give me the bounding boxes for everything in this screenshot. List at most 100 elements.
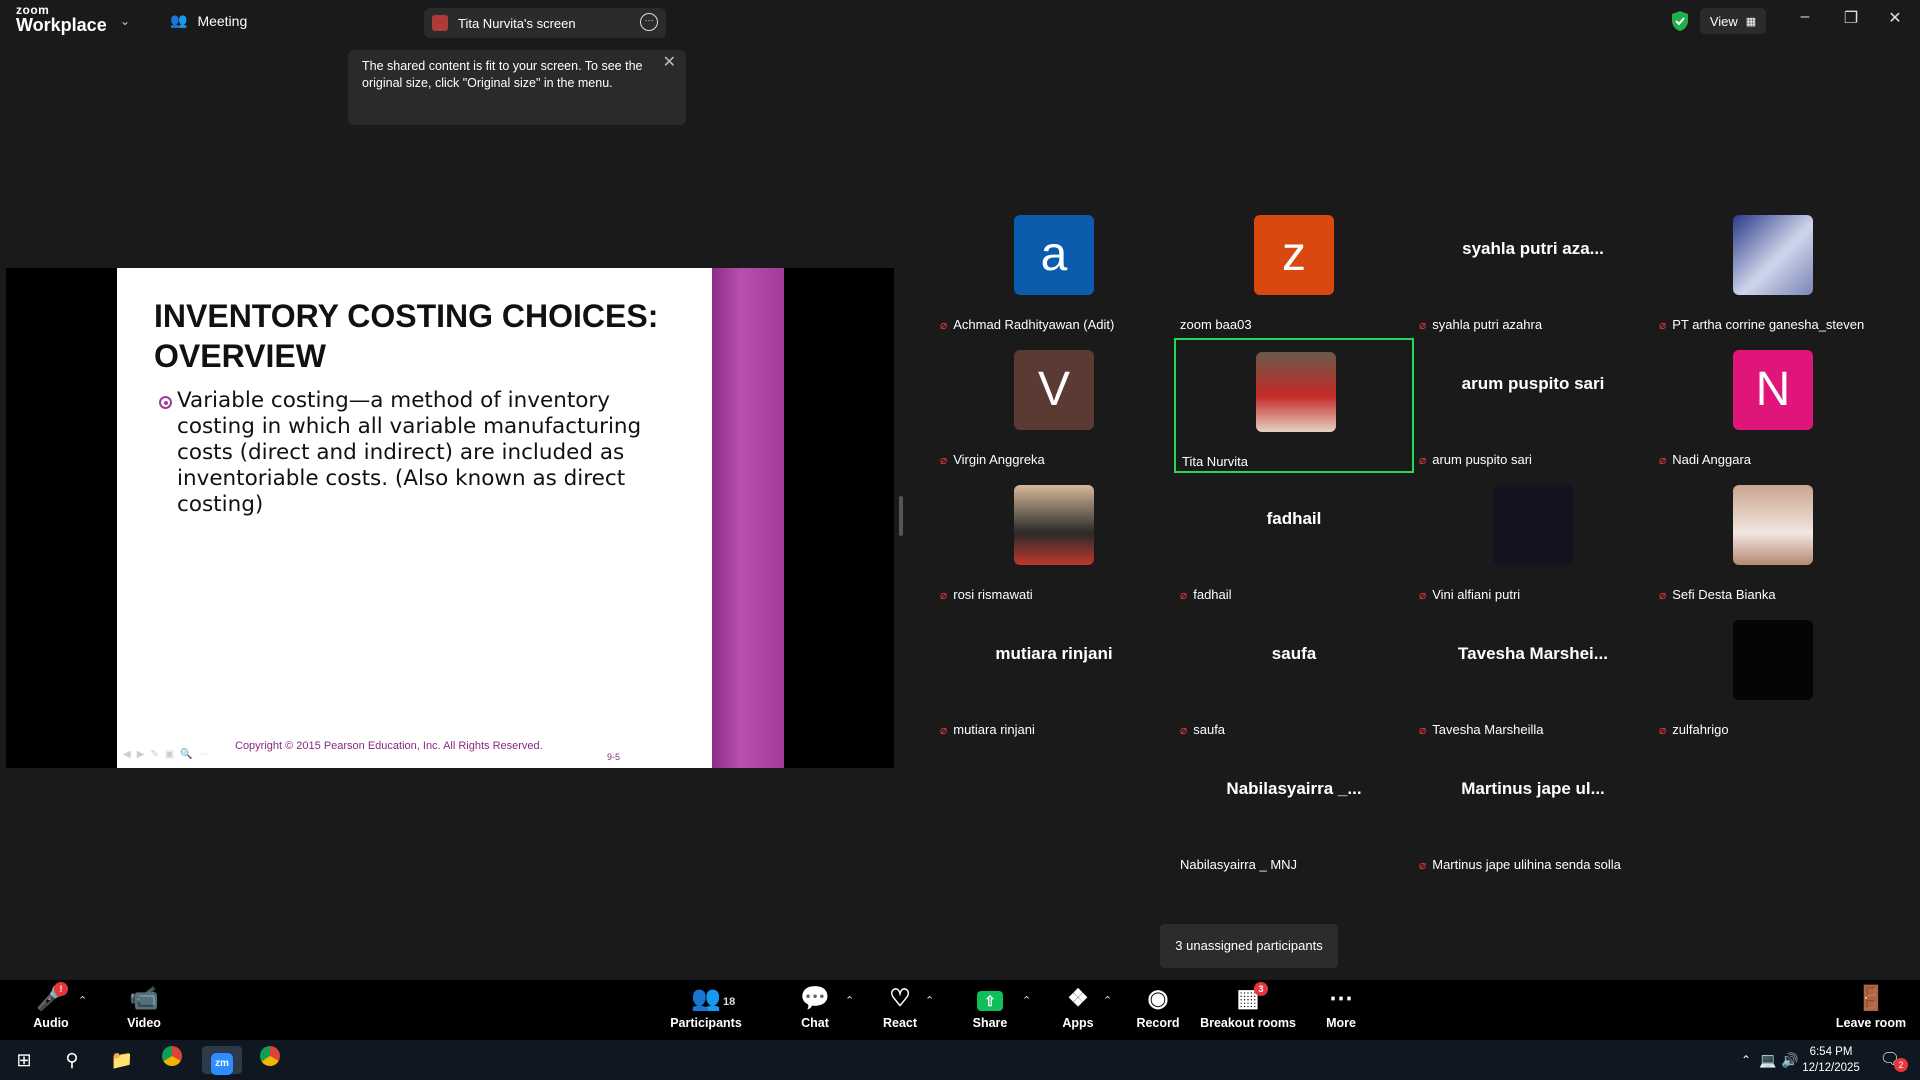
avatar [1733, 485, 1813, 565]
more-button[interactable]: ⋯ More [1296, 984, 1386, 1030]
avatar [1256, 352, 1336, 432]
grid-icon: ▦ [1745, 15, 1757, 28]
breakout-rooms-button[interactable]: ▦ Breakout rooms 3 [1198, 982, 1298, 1030]
participant-tile[interactable]: fadhail ⌀ fadhail [1174, 473, 1414, 608]
participants-count: 18 [723, 996, 736, 1008]
participant-tile[interactable]: syahla putri aza... ⌀ syahla putri azahra [1413, 203, 1653, 338]
clock-date: 12/12/2025 [1802, 1062, 1860, 1074]
participant-name: rosi rismawati [953, 587, 1033, 602]
participant-name: zulfahrigo [1672, 722, 1729, 737]
cursor-icon: ➤ [583, 573, 594, 587]
tab-shared-screen-label: Tita Nurvita's screen [458, 15, 576, 31]
chevron-up-icon[interactable]: ⌃ [78, 994, 87, 1007]
meeting-toolbar: 🎤 Audio ! ⌃ 📹 Video 👥 Participants 18 💬 … [0, 980, 1920, 1040]
participant-tile[interactable]: saufa ⌀ saufa [1174, 608, 1414, 743]
minimize-icon[interactable]: – [1790, 8, 1820, 26]
participant-display-name: syahla putri aza... [1462, 239, 1604, 258]
avatar: z [1254, 215, 1334, 295]
participant-nameplate: zoom baa03 [1180, 317, 1252, 332]
video-button[interactable]: 📹 Video [99, 984, 189, 1030]
unassigned-participants-badge[interactable]: 3 unassigned participants [1160, 924, 1338, 968]
view-label: View [1709, 13, 1738, 29]
react-button[interactable]: ♡ React [855, 984, 945, 1030]
mic-muted-icon: ⌀ [1659, 722, 1667, 737]
apps-button[interactable]: ❖ Apps [1033, 984, 1123, 1030]
participant-tile[interactable]: ⌀ Vini alfiani putri [1413, 473, 1653, 608]
file-explorer-icon[interactable]: 📁 [102, 1046, 142, 1074]
tab-meeting[interactable]: 👥 Meeting [170, 12, 247, 29]
chevron-up-icon[interactable]: ⌃ [1022, 994, 1031, 1007]
participant-tile[interactable]: N ⌀ Nadi Anggara [1653, 338, 1893, 473]
view-button[interactable]: View ▦ [1700, 8, 1766, 34]
zoom-logo[interactable]: zoom Workplace [16, 4, 107, 34]
participant-tile[interactable]: Tavesha Marshei... ⌀ Tavesha Marsheilla [1413, 608, 1653, 743]
chevron-up-icon[interactable]: ⌃ [925, 994, 934, 1007]
zoom-taskbar-icon[interactable]: zm [202, 1046, 242, 1075]
participants-button[interactable]: 👥 Participants 18 [661, 984, 751, 1030]
title-bar: zoom Workplace ⌄ 👥 Meeting Tita Nurvita'… [0, 0, 1920, 44]
slide-controls[interactable]: ◀▶✎▣🔍⋯ [123, 749, 215, 760]
chat-button[interactable]: 💬 Chat [770, 984, 860, 1030]
participant-tile[interactable]: arum puspito sari ⌀ arum puspito sari [1413, 338, 1653, 473]
breakout-label: Breakout rooms [1200, 1016, 1296, 1030]
shared-screen[interactable]: INVENTORY COSTING CHOICES: OVERVIEW Vari… [6, 268, 894, 768]
participant-name: syahla putri azahra [1432, 317, 1543, 332]
chevron-up-icon[interactable]: ⌃ [1103, 994, 1112, 1007]
participant-display-name: mutiara rinjani [995, 644, 1113, 663]
chrome-icon[interactable] [250, 1046, 290, 1074]
search-icon[interactable]: ⚲ [52, 1046, 92, 1074]
share-button[interactable]: ⇧ Share [945, 984, 1035, 1030]
chevron-up-icon[interactable]: ⌃ [845, 994, 854, 1007]
participant-tile[interactable]: a ⌀ Achmad Radhityawan (Adit) [934, 203, 1174, 338]
participant-tile[interactable]: z zoom baa03 [1174, 203, 1414, 338]
participants-label: Participants [670, 1016, 742, 1030]
leave-label: Leave room [1835, 1016, 1907, 1030]
more-options-icon[interactable]: ··· [640, 13, 658, 31]
notification-count: 2 [1894, 1058, 1908, 1072]
close-icon[interactable]: ✕ [663, 54, 676, 71]
participant-tile[interactable]: ⌀ rosi rismawati [934, 473, 1174, 608]
record-button[interactable]: ◉ Record [1113, 984, 1203, 1030]
bullet-line: costs (direct and indirect) are included… [177, 440, 625, 465]
close-icon[interactable]: ✕ [1880, 8, 1910, 28]
windows-start-icon[interactable]: ⊞ [4, 1046, 44, 1074]
notifications-icon[interactable]: 🗨 2 [1870, 1046, 1910, 1074]
participant-tile[interactable]: ⌀ PT artha corrine ganesha_steven [1653, 203, 1893, 338]
mic-muted-icon: ⌀ [1180, 587, 1188, 602]
chevron-down-icon[interactable]: ⌄ [120, 14, 130, 28]
participant-name: fadhail [1193, 587, 1232, 602]
restore-icon[interactable]: ❐ [1836, 8, 1866, 28]
fit-screen-tooltip: The shared content is fit to your screen… [348, 50, 686, 125]
more-label: More [1326, 1016, 1356, 1030]
participant-name: Nadi Anggara [1672, 452, 1752, 467]
participant-name: Virgin Anggreka [953, 452, 1045, 467]
audio-button[interactable]: 🎤 Audio ! [6, 982, 96, 1030]
clock[interactable]: 6:54 PM 12/12/2025 [1796, 1044, 1866, 1076]
participant-tile[interactable]: ⌀ zulfahrigo [1653, 608, 1893, 743]
tab-shared-screen[interactable]: Tita Nurvita's screen ··· [424, 8, 666, 38]
participant-display-name: fadhail [1266, 509, 1322, 528]
share-label: Share [972, 1016, 1008, 1030]
mic-muted-icon: ⌀ [940, 317, 948, 332]
split-divider-handle[interactable] [899, 496, 903, 536]
participant-tile[interactable]: ⌀ Sefi Desta Bianka [1653, 473, 1893, 608]
avatar [1733, 620, 1813, 700]
participant-nameplate: Tita Nurvita [1182, 454, 1248, 469]
slide-title-line: INVENTORY COSTING CHOICES: [154, 298, 659, 334]
people-icon: 👥 [170, 12, 188, 28]
mic-muted-icon: ⌀ [1419, 587, 1427, 602]
participant-name: Tavesha Marsheilla [1432, 722, 1544, 737]
participant-tile[interactable]: Tita Nurvita [1174, 338, 1414, 473]
participant-tile[interactable]: mutiara rinjani ⌀ mutiara rinjani [934, 608, 1174, 743]
participant-tile[interactable]: V ⌀ Virgin Anggreka [934, 338, 1174, 473]
participant-nameplate: ⌀ mutiara rinjani [940, 722, 1035, 737]
participant-name: PT artha corrine ganesha_steven [1672, 317, 1865, 332]
chrome-icon[interactable] [152, 1046, 192, 1074]
leave-room-button[interactable]: 🚪 Leave room [1826, 984, 1916, 1030]
participant-nameplate: ⌀ Nadi Anggara [1659, 452, 1751, 467]
participants-icon: 👥 [691, 985, 721, 1012]
participant-tile[interactable]: Nabilasyairra _... Nabilasyairra _ MNJ [1174, 743, 1414, 878]
participant-tile[interactable]: Martinus jape ul... ⌀ Martinus jape ulihin… [1413, 743, 1653, 878]
shield-icon[interactable] [1670, 10, 1690, 32]
participant-display-name: Nabilasyairra _... [1226, 779, 1362, 798]
